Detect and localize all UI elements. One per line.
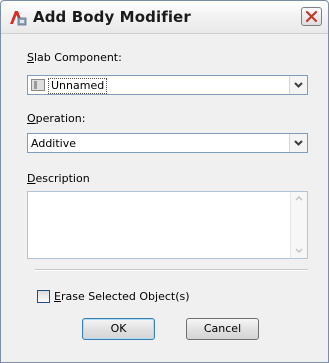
erase-selected-objects-checkbox[interactable] bbox=[37, 290, 50, 303]
dialog-window: Add Body Modifier Slab Component: Unname… bbox=[0, 0, 329, 363]
close-icon bbox=[306, 11, 317, 22]
operation-dropdown[interactable]: Additive bbox=[27, 133, 308, 153]
chevron-down-icon[interactable] bbox=[289, 76, 307, 94]
slab-component-label: Slab Component: bbox=[27, 51, 122, 64]
operation-label: Operation: bbox=[27, 112, 86, 125]
scroll-down-icon[interactable] bbox=[295, 248, 303, 253]
cancel-button[interactable]: Cancel bbox=[186, 318, 259, 340]
slab-component-value: Unnamed bbox=[48, 78, 108, 94]
title-bar[interactable]: Add Body Modifier bbox=[1, 1, 328, 34]
autocad-architecture-icon bbox=[9, 8, 27, 26]
scroll-up-icon[interactable] bbox=[295, 196, 303, 201]
slab-component-dropdown[interactable]: Unnamed bbox=[27, 75, 308, 95]
operation-value: Additive bbox=[31, 137, 76, 150]
description-label: Description bbox=[27, 172, 90, 185]
description-textarea[interactable] bbox=[27, 191, 308, 259]
description-scrollbar[interactable] bbox=[290, 192, 307, 258]
separator bbox=[35, 269, 308, 271]
dialog-body: Slab Component: Unnamed Operation: Addit… bbox=[3, 35, 326, 360]
erase-selected-objects-label[interactable]: Erase Selected Object(s) bbox=[54, 290, 190, 303]
ok-button[interactable]: OK bbox=[82, 318, 155, 340]
dialog-title: Add Body Modifier bbox=[33, 8, 191, 26]
slab-component-icon bbox=[31, 79, 45, 91]
close-button[interactable] bbox=[301, 7, 322, 26]
chevron-down-icon[interactable] bbox=[289, 134, 307, 152]
